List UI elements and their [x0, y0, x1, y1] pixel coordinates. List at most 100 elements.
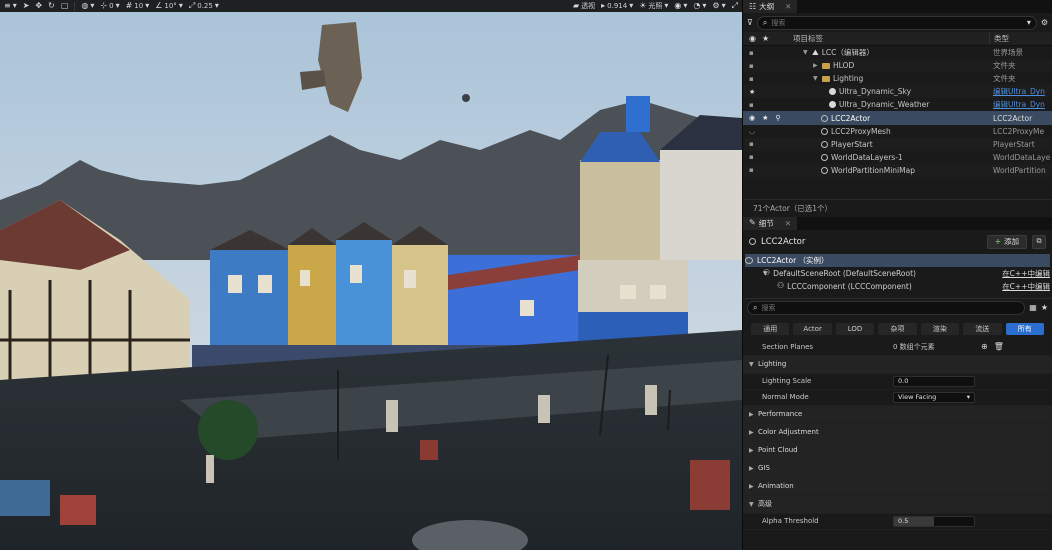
viewport-options-button[interactable]: ≡ ▾: [4, 2, 17, 10]
category-color-adjustment[interactable]: ▶ Color Adjustment: [743, 423, 1052, 442]
category-animation[interactable]: ▶ Animation: [743, 477, 1052, 496]
show-flags-button[interactable]: ◉ ▾: [674, 2, 687, 10]
translate-tool[interactable]: ✥: [35, 2, 42, 10]
outliner-search-input[interactable]: [771, 18, 1023, 27]
chevron-down-icon: ▾: [1026, 17, 1031, 27]
component-row-lcccomponent[interactable]: ⚇ LCCComponent (LCCComponent) 在C++中编辑: [743, 280, 1052, 293]
eye-icon[interactable]: ▪: [749, 153, 754, 161]
eye-icon[interactable]: ▪: [749, 166, 754, 174]
right-panel: ☷ 大纲 ✕ ⊽ ⌕ ▾ ⚙ ◉ ★ 项目标签 类型 ▪ ▼⛰LCC（编辑器） …: [742, 0, 1052, 550]
filter-rendering[interactable]: 渲染: [920, 322, 960, 335]
level-viewport[interactable]: ≡ ▾ ➤ ✥ ↻ ▢ ◍ ▾ ⊹ 0 ▾ #10 ▾ ∠ 10° ▾ ⤢ 0.25 ▾ ▰ 透视 …: [0, 0, 742, 550]
row-type-link[interactable]: 编辑Ultra_Dyn: [989, 86, 1052, 97]
maximize-viewport-button[interactable]: ⤢: [732, 2, 738, 10]
category-label: GIS: [758, 464, 770, 473]
outliner-row-worlddatalayers[interactable]: ▪ WorldDataLayers-1 WorldDataLaye: [743, 151, 1052, 164]
col-type[interactable]: 类型: [989, 33, 1052, 44]
row-type-link[interactable]: 编辑Ultra_Dyn: [989, 99, 1052, 110]
table-view-icon[interactable]: ▦: [1029, 304, 1037, 312]
component-row-defaultsceneroot[interactable]: ▼ ⚇ DefaultSceneRoot (DefaultSceneRoot) …: [743, 267, 1052, 280]
camera-speed-button[interactable]: ▸ 0.914 ▾: [601, 2, 633, 11]
component-row-instance[interactable]: LCC2Actor （实例）: [745, 253, 1050, 267]
tab-details[interactable]: ✎ 细节 ✕: [743, 216, 798, 230]
eye-icon[interactable]: ▪: [749, 49, 754, 57]
rotate-icon: ↻: [48, 1, 55, 10]
actor-icon: [821, 114, 828, 122]
filter-general[interactable]: 通用: [751, 322, 790, 335]
col-item-label[interactable]: 项目标签: [793, 33, 989, 44]
rotation-snap-button[interactable]: ∠ 10° ▾: [155, 2, 183, 11]
layers-icon: [821, 153, 828, 161]
performance-button[interactable]: ◔ ▾: [693, 2, 706, 10]
edit-in-cpp-link[interactable]: 在C++中编辑: [1002, 281, 1052, 292]
prop-name: Normal Mode: [762, 393, 809, 402]
star-icon[interactable]: ★: [762, 114, 768, 122]
scale-tool[interactable]: ▢: [61, 2, 69, 10]
tab-outliner[interactable]: ☷ 大纲 ✕: [743, 0, 799, 13]
edit-in-cpp-link[interactable]: 在C++中编辑: [1002, 268, 1052, 279]
eye-icon[interactable]: ▪: [749, 62, 754, 70]
details-search-input[interactable]: [761, 304, 1020, 313]
filter-icon[interactable]: ⊽: [747, 18, 753, 27]
normal-mode-select[interactable]: View Facing ▾: [893, 391, 975, 403]
rotate-tool[interactable]: ↻: [48, 2, 55, 10]
filter-all[interactable]: 所有: [1005, 322, 1044, 335]
blueprint-button[interactable]: ⧉: [1032, 234, 1046, 249]
outliner-row-playerstart[interactable]: ▪ PlayerStart PlayerStart: [743, 137, 1052, 151]
details-icon: ✎: [749, 218, 756, 228]
expand-arrow-icon[interactable]: ▼: [803, 49, 809, 56]
settings-button[interactable]: ⚙ ▾: [712, 2, 725, 10]
alpha-threshold-slider[interactable]: 0.5: [893, 515, 975, 527]
details-search[interactable]: ⌕: [747, 301, 1026, 316]
tab-details-label: 细节: [758, 218, 774, 228]
outliner-row-weather[interactable]: ▪ Ultra_Dynamic_Weather 编辑Ultra_Dyn: [743, 98, 1052, 111]
close-icon[interactable]: ✕: [785, 2, 791, 11]
view-mode-button[interactable]: ☀ 光照 ▾: [639, 1, 668, 11]
eye-icon[interactable]: ▪: [749, 75, 754, 83]
scene-render[interactable]: [0, 0, 742, 550]
trash-icon[interactable]: 🗑: [994, 343, 1004, 351]
outliner-row-proxymesh[interactable]: ◡ LCC2ProxyMesh LCC2ProxyMe: [743, 125, 1052, 138]
lighting-scale-input[interactable]: 0.0: [893, 375, 975, 387]
expand-arrow-icon[interactable]: ▶: [813, 62, 819, 69]
category-advanced[interactable]: ▼ 高级: [743, 495, 1052, 514]
category-point-cloud[interactable]: ▶ Point Cloud: [743, 441, 1052, 460]
category-performance[interactable]: ▶ Performance: [743, 405, 1052, 424]
category-gis[interactable]: ▶ GIS: [743, 459, 1052, 478]
outliner-search[interactable]: ⌕ ▾: [756, 15, 1037, 30]
pin-icon[interactable]: ⚲: [775, 114, 780, 122]
expand-arrow-icon[interactable]: ▼: [813, 75, 819, 82]
add-component-button[interactable]: + 添加: [986, 234, 1027, 249]
eye-icon[interactable]: ◡: [749, 127, 755, 135]
filter-streaming[interactable]: 流送: [963, 322, 1002, 335]
star-icon[interactable]: ★: [1041, 304, 1048, 312]
outliner-row-lcc2actor[interactable]: ◉ ★ ⚲ LCC2Actor LCC2Actor: [743, 111, 1052, 125]
surface-snap-button[interactable]: ⊹ 0 ▾: [100, 2, 119, 11]
filter-misc[interactable]: 杂项: [878, 322, 917, 335]
perspective-button[interactable]: ▰ 透视: [573, 1, 595, 11]
eye-icon[interactable]: ▪: [749, 140, 754, 148]
expand-arrow-icon[interactable]: ▼: [743, 270, 768, 277]
grid-snap-button[interactable]: #10 ▾: [126, 2, 150, 11]
eye-icon[interactable]: ◉: [749, 114, 755, 122]
outliner-row-world[interactable]: ▪ ▼ ⛰ LCC（编辑器） 世界场景: [743, 46, 1052, 59]
add-element-icon[interactable]: ⊕: [981, 343, 988, 351]
star-icon[interactable]: ★: [749, 88, 755, 96]
eye-icon: ◉: [749, 33, 756, 43]
category-lighting[interactable]: ▼ Lighting: [743, 355, 1052, 374]
select-tool[interactable]: ➤: [23, 2, 30, 10]
filter-lod[interactable]: LOD: [835, 322, 875, 335]
close-icon[interactable]: ✕: [785, 219, 791, 228]
outliner-row-hlod[interactable]: ▪ ▶ HLOD 文件夹: [743, 59, 1052, 73]
filter-actor[interactable]: Actor: [793, 322, 832, 335]
prop-normal-mode: Normal Mode View Facing ▾: [743, 390, 1052, 406]
coordinate-space-button[interactable]: ◍ ▾: [81, 2, 94, 10]
outliner-empty-space: [743, 177, 1052, 199]
settings-icon[interactable]: ⚙: [1041, 18, 1048, 27]
outliner-row-sky[interactable]: ★ Ultra_Dynamic_Sky 编辑Ultra_Dyn: [743, 85, 1052, 99]
eye-icon[interactable]: ▪: [749, 101, 754, 109]
scale-snap-button[interactable]: ⤢ 0.25 ▾: [189, 2, 219, 11]
plus-icon: +: [994, 237, 1001, 247]
outliner-row-minimap[interactable]: ▪ WorldPartitionMiniMap WorldPartition: [743, 163, 1052, 177]
outliner-row-lighting[interactable]: ▪ ▼ Lighting 文件夹: [743, 72, 1052, 85]
